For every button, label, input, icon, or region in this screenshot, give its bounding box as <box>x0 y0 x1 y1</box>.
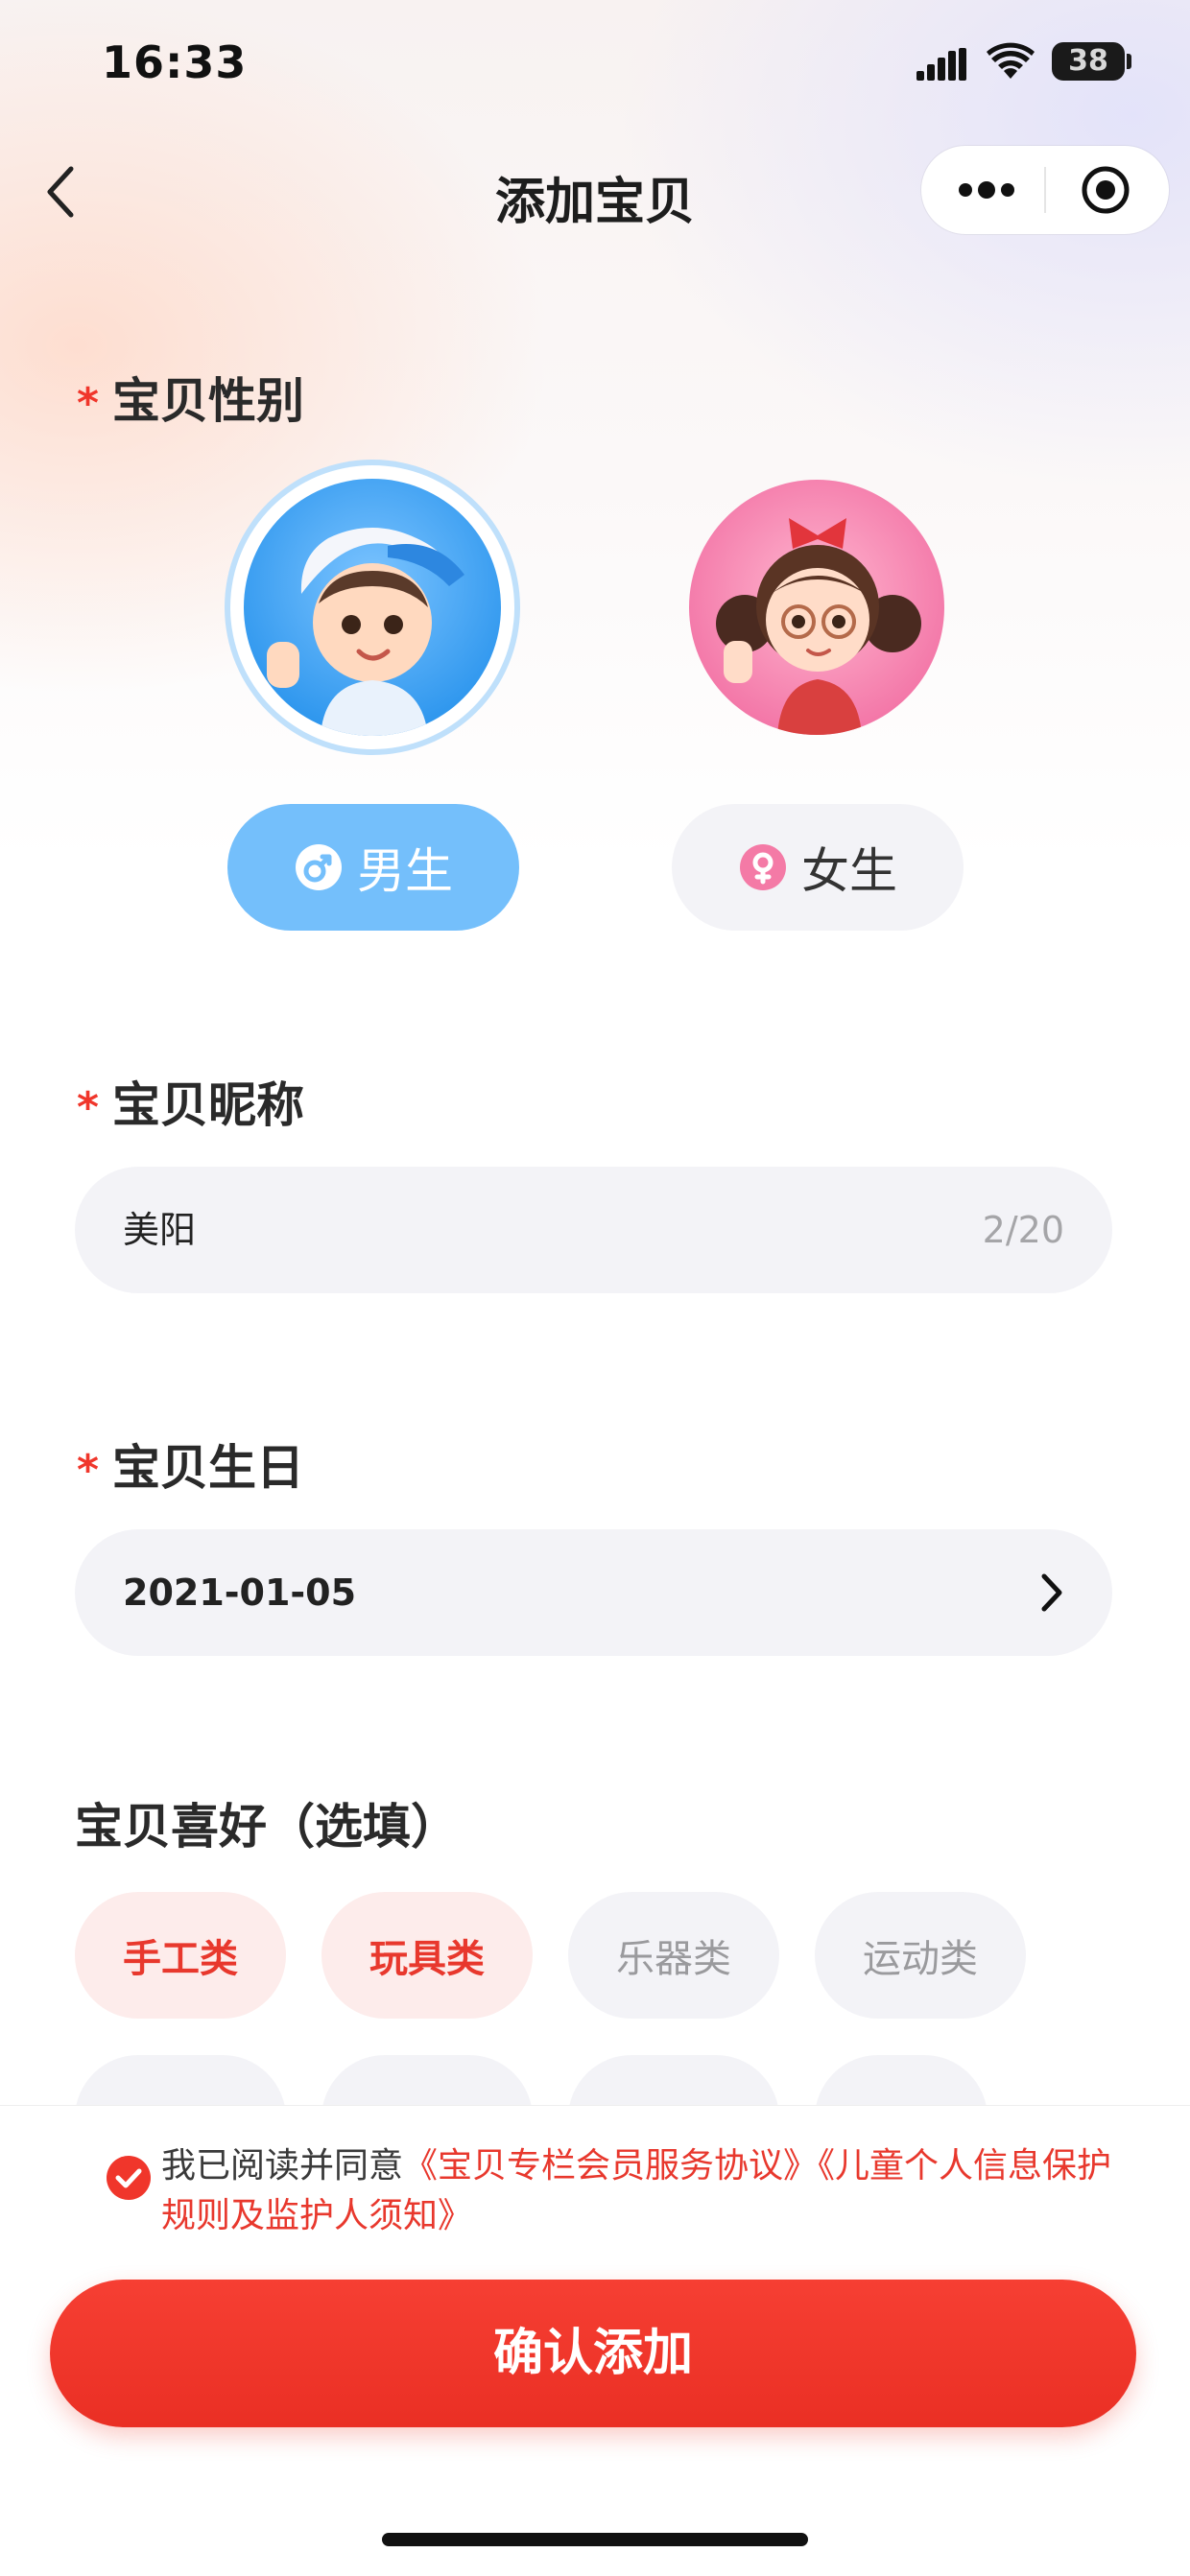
battery-icon: 38 <box>1052 42 1125 81</box>
miniprogram-capsule <box>921 146 1169 234</box>
hobby-chip-instruments[interactable]: 乐器类 <box>568 1892 779 2019</box>
close-miniprogram-icon[interactable] <box>1081 165 1130 215</box>
gender-male-button[interactable]: 男生 <box>227 804 519 931</box>
nickname-value: 美阳 <box>123 1209 197 1251</box>
birthday-label-row: * 宝贝生日 <box>77 1430 304 1499</box>
hobby-label-text: 宝贝喜好（选填） <box>75 1799 459 1855</box>
birthday-value: 2021-01-05 <box>123 1572 357 1614</box>
home-indicator <box>382 2533 808 2546</box>
hobby-chip-handcraft[interactable]: 手工类 <box>75 1892 286 2019</box>
boy-avatar[interactable] <box>230 465 514 749</box>
status-time: 16:33 <box>102 36 248 88</box>
capsule-divider <box>1044 167 1046 213</box>
back-arrow-icon[interactable] <box>38 161 84 223</box>
nickname-label-row: * 宝贝昵称 <box>77 1067 304 1136</box>
boy-cartoon-icon <box>267 528 464 736</box>
girl-avatar[interactable] <box>689 480 944 735</box>
gender-label: 宝贝性别 <box>112 373 305 429</box>
birthday-label: 宝贝生日 <box>112 1440 305 1496</box>
more-options-icon[interactable] <box>956 173 1017 207</box>
header-gradient-background <box>0 0 1190 863</box>
wifi-icon <box>987 42 1035 79</box>
nickname-char-count: 2/20 <box>982 1209 1064 1251</box>
page-title: 添加宝贝 <box>494 174 695 231</box>
agreement-text: 我已阅读并同意《宝贝专栏会员服务协议》《儿童个人信息保护规则及监护人须知》 <box>161 2141 1121 2241</box>
gender-male-label: 男生 <box>357 843 453 899</box>
confirm-add-button[interactable]: 确认添加 <box>50 2280 1136 2427</box>
chevron-right-icon <box>1041 1573 1062 1612</box>
hobby-chip-sports[interactable]: 运动类 <box>815 1892 1026 2019</box>
nickname-input[interactable]: 美阳 2/20 <box>75 1167 1112 1293</box>
gender-label-row: * 宝贝性别 <box>77 363 304 432</box>
service-agreement-link[interactable]: 《宝贝专栏会员服务协议》 <box>403 2146 818 2186</box>
gender-female-button[interactable]: 女生 <box>672 804 964 931</box>
agreement-prefix: 我已阅读并同意 <box>161 2146 404 2186</box>
required-mark: * <box>77 1446 100 1495</box>
hobby-chip-toys[interactable]: 玩具类 <box>321 1892 533 2019</box>
required-mark: * <box>77 379 100 428</box>
boy-avatar-image <box>244 479 501 736</box>
battery-level-text: 38 <box>1068 44 1108 78</box>
girl-cartoon-icon <box>716 518 921 735</box>
gender-female-label: 女生 <box>801 843 897 899</box>
hobby-label: 宝贝喜好（选填） <box>75 1788 459 1857</box>
nickname-label: 宝贝昵称 <box>112 1077 305 1133</box>
required-mark: * <box>77 1083 100 1132</box>
female-symbol-icon <box>740 844 786 890</box>
male-symbol-icon <box>296 844 342 890</box>
birthday-picker[interactable]: 2021-01-05 <box>75 1529 1112 1656</box>
cellular-signal-icon <box>916 48 966 81</box>
agreement-checkbox-checked-icon[interactable] <box>106 2155 152 2201</box>
battery-tip <box>1127 54 1131 69</box>
